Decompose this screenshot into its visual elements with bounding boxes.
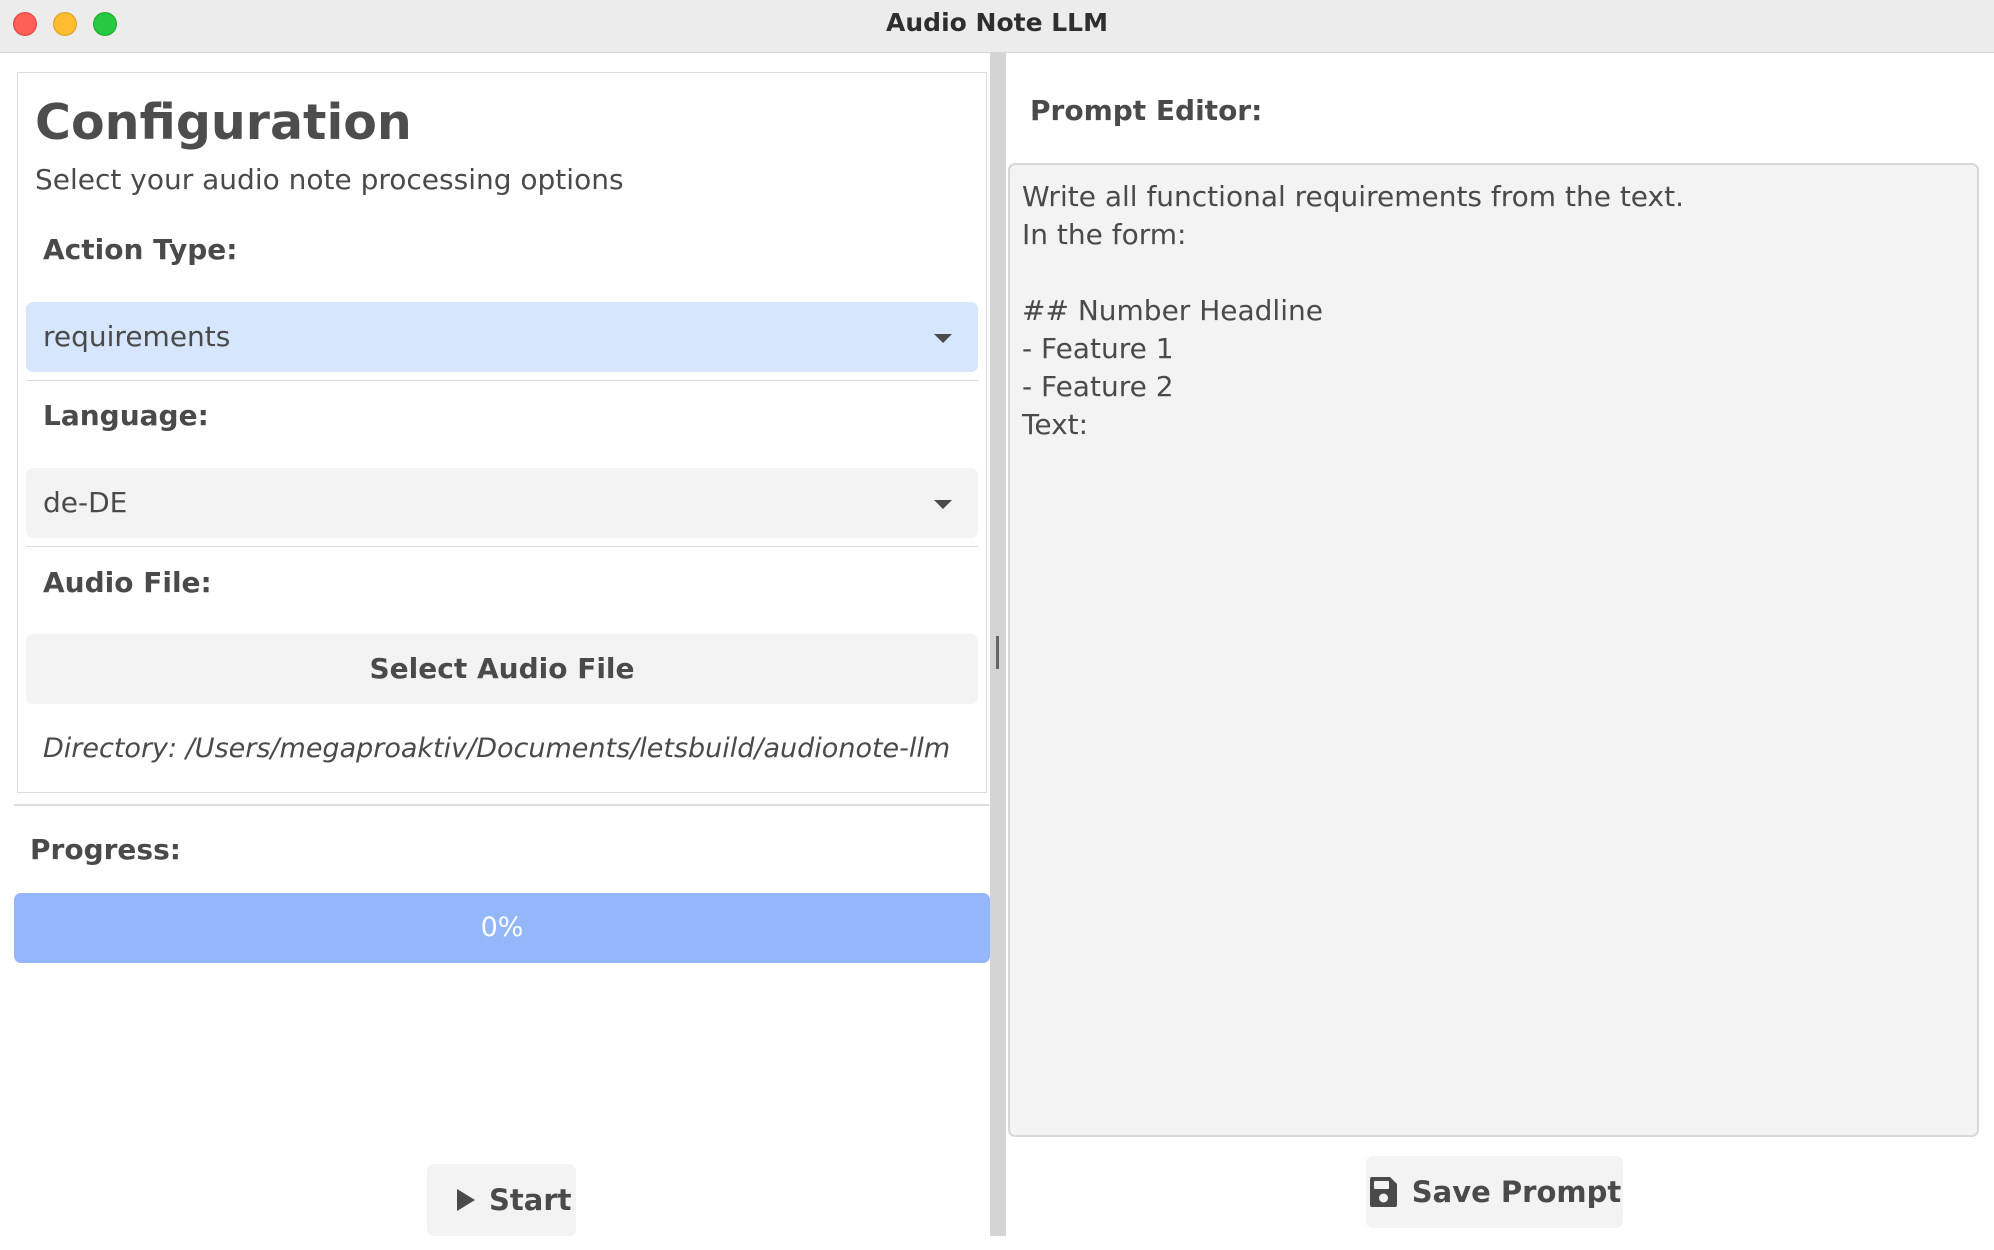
language-value: de-DE: [43, 486, 128, 519]
play-icon: [457, 1189, 475, 1211]
splitter-grip-icon[interactable]: [996, 636, 999, 669]
progress-bar: 0%: [14, 893, 990, 963]
prompt-editor-label: Prompt Editor:: [1030, 94, 1263, 127]
title-bar: Audio Note LLM: [0, 0, 1994, 53]
divider: [26, 546, 978, 547]
language-label: Language:: [43, 399, 209, 432]
progress-text: 0%: [480, 912, 524, 943]
pane-splitter[interactable]: [990, 53, 1006, 1236]
save-prompt-label: Save Prompt: [1411, 1175, 1622, 1209]
chevron-down-icon: [934, 334, 952, 343]
chevron-down-icon: [934, 500, 952, 509]
action-type-select[interactable]: requirements: [26, 302, 978, 372]
directory-path: Directory: /Users/megaproaktiv/Documents…: [43, 733, 951, 764]
window-title: Audio Note LLM: [886, 8, 1108, 37]
select-audio-file-button[interactable]: Select Audio File: [26, 634, 978, 704]
config-title: Configuration: [35, 94, 412, 151]
floppy-disk-icon: [1369, 1177, 1397, 1207]
audio-file-label: Audio File:: [43, 566, 212, 599]
progress-label: Progress:: [30, 833, 181, 866]
config-subtitle: Select your audio note processing option…: [35, 163, 624, 196]
section-divider: [14, 804, 989, 806]
action-type-label: Action Type:: [43, 233, 238, 266]
action-type-value: requirements: [43, 320, 231, 353]
language-select[interactable]: de-DE: [26, 468, 978, 538]
prompt-editor-textarea[interactable]: Write all functional requirements from t…: [1008, 163, 1979, 1137]
start-button[interactable]: Start: [427, 1164, 576, 1236]
configuration-panel: Configuration Select your audio note pro…: [17, 72, 987, 793]
divider: [26, 380, 978, 381]
start-button-label: Start: [489, 1183, 572, 1217]
save-prompt-button[interactable]: Save Prompt: [1366, 1156, 1623, 1228]
